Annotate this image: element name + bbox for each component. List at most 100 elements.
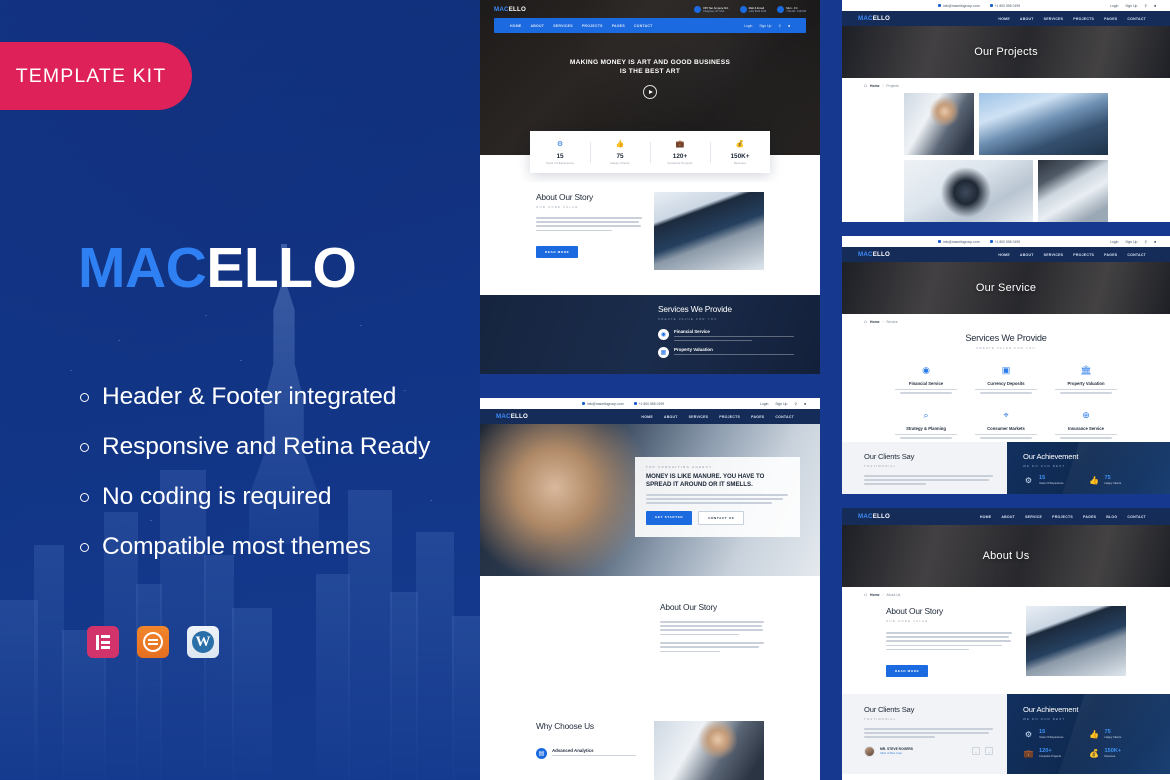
nav-item-pages[interactable]: PAGES [1104, 253, 1117, 257]
service-card[interactable]: ⌖ Consumer Markets [970, 409, 1042, 441]
topbar-signup[interactable]: Sign Up [1125, 4, 1137, 8]
site-logo[interactable]: MACELLO [858, 251, 890, 258]
contact-us-button[interactable]: CONTACT US [698, 510, 745, 525]
nav-item-about[interactable]: ABOUT [1020, 17, 1034, 21]
nav-item-pages[interactable]: PAGES [751, 415, 764, 419]
nav-item-contact[interactable]: CONTACT [1127, 515, 1146, 519]
cart-icon[interactable]: ■ [1154, 240, 1156, 244]
nav-item-contact[interactable]: CONTACT [775, 415, 794, 419]
topbar-phone[interactable]: +1 800 555 0199 [633, 402, 664, 406]
main-navigation[interactable]: HOME ABOUT SERVICES PROJECTS PAGES CONTA… [494, 18, 806, 33]
nav-item-projects[interactable]: PROJECTS [582, 24, 603, 28]
nav-item-about[interactable]: ABOUT [664, 415, 678, 419]
nav-item-about[interactable]: ABOUT [1001, 515, 1015, 519]
preview-home-v1[interactable]: MACELLO 155 Tan Ampere Rd. Chelgrove, NY… [480, 0, 820, 374]
home-icon: ☖ [864, 320, 868, 324]
nav-item-pages[interactable]: PAGES [612, 24, 625, 28]
site-logo[interactable]: MACELLO [858, 15, 890, 22]
service-card[interactable]: ⊕ Insurance Service [1050, 409, 1122, 441]
nav-item-blog[interactable]: BLOG [1106, 515, 1117, 519]
service-item[interactable]: ▦ Property Valuation [658, 346, 800, 358]
service-item[interactable]: ◉ Financial Service [658, 329, 800, 341]
login-link[interactable]: Login [744, 24, 752, 28]
preview-about-page[interactable]: MACELLO HOME ABOUT SERVICE PROJECTS PAGE… [842, 508, 1170, 780]
topbar-phone[interactable]: +1 800 555 0199 [989, 4, 1020, 8]
project-tile[interactable] [1038, 160, 1108, 222]
nav-item-services[interactable]: SERVICES [689, 415, 709, 419]
topbar-login[interactable]: Login [760, 402, 768, 406]
why-item[interactable]: ▤ Advanced Analytics [536, 748, 640, 759]
nav-item-about[interactable]: ABOUT [1020, 253, 1034, 257]
topbar-phone[interactable]: +1 800 555 0199 [989, 239, 1021, 244]
nav-item-services[interactable]: SERVICES [1044, 17, 1064, 21]
feature-label: Header & Footer integrated [102, 383, 397, 410]
topbar-email[interactable]: info@macellogroup.com [937, 240, 980, 244]
nav-item-home[interactable]: HOME [641, 415, 653, 419]
site-logo[interactable]: MACELLO [858, 513, 890, 520]
search-icon[interactable]: ⚲ [778, 24, 780, 28]
nav-item-service[interactable]: SERVICE [1025, 515, 1042, 519]
main-navigation[interactable]: MACELLO HOME ABOUT SERVICES PROJECTS PAG… [480, 409, 820, 424]
site-logo[interactable]: MACELLO [494, 6, 526, 13]
site-logo[interactable]: MACELLO [496, 413, 528, 420]
topbar-email[interactable]: info@macellogroup.com [937, 4, 980, 8]
arrow-left-icon[interactable]: ← [972, 747, 980, 756]
main-navigation[interactable]: MACELLO HOME ABOUT SERVICES PROJECTS PAG… [842, 11, 1170, 26]
nav-item-pages[interactable]: PAGES [1104, 17, 1117, 21]
topbar-signup[interactable]: Sign Up [1125, 240, 1137, 244]
arrow-right-icon[interactable]: → [985, 747, 993, 756]
nav-item-services[interactable]: SERVICES [553, 24, 573, 28]
nav-item-contact[interactable]: CONTACT [1127, 17, 1146, 21]
template-kit-icon [137, 626, 169, 658]
cart-icon[interactable]: ■ [1154, 4, 1156, 8]
nav-item-about[interactable]: ABOUT [531, 24, 545, 28]
template-kit-badge: TEMPLATE KIT [0, 42, 192, 110]
main-navigation[interactable]: MACELLO HOME ABOUT SERVICE PROJECTS PAGE… [842, 508, 1170, 525]
service-card[interactable]: ⌕ Strategy & Planning [890, 409, 962, 441]
topbar-email[interactable]: info@macellogroup.com [581, 402, 624, 406]
nav-item-projects[interactable]: PROJECTS [1073, 253, 1094, 257]
service-card[interactable]: ◉ Financial Service [890, 364, 962, 396]
search-icon[interactable]: ⚲ [1144, 240, 1146, 244]
signup-link[interactable]: Sign Up [759, 24, 771, 28]
search-icon[interactable]: ⚲ [794, 402, 796, 406]
nav-item-projects[interactable]: PROJECTS [719, 415, 740, 419]
nav-item-contact[interactable]: CONTACT [1127, 253, 1146, 257]
read-more-button[interactable]: READ MORE [536, 246, 579, 259]
nav-item-home[interactable]: HOME [998, 17, 1010, 21]
main-navigation[interactable]: MACELLO HOME ABOUT SERVICES PROJECTS PAG… [842, 247, 1170, 262]
nav-item-projects[interactable]: PROJECTS [1073, 17, 1094, 21]
nav-item-contact[interactable]: CONTACT [634, 24, 653, 28]
about-photo [654, 192, 764, 270]
logo-first: MAC [858, 251, 873, 258]
breadcrumb-home[interactable]: Home [870, 84, 879, 88]
topbar-phone-text: +1 800 555 0199 [994, 239, 1021, 244]
read-more-button[interactable]: READ MORE [886, 665, 929, 678]
nav-item-home[interactable]: HOME [510, 24, 522, 28]
cart-icon[interactable]: ■ [788, 24, 790, 28]
breadcrumb-home[interactable]: Home [870, 320, 879, 324]
play-icon[interactable] [582, 641, 600, 660]
nav-item-pages[interactable]: PAGES [1083, 515, 1096, 519]
service-card[interactable]: 🏛 Property Valuation [1050, 364, 1122, 396]
topbar-signup[interactable]: Sign Up [775, 402, 787, 406]
project-tile[interactable] [904, 160, 1034, 222]
preview-home-v2[interactable]: info@macellogroup.com +1 800 555 0199 Lo… [480, 398, 820, 780]
preview-service-page[interactable]: info@macellogroup.com +1 800 555 0199 Lo… [842, 236, 1170, 494]
preview-projects-page[interactable]: info@macellogroup.com +1 800 555 0199 Lo… [842, 0, 1170, 222]
avatar [864, 745, 875, 757]
topbar-login[interactable]: Login [1110, 4, 1118, 8]
service-card[interactable]: ▣ Currency Deposits [970, 364, 1042, 396]
search-icon[interactable]: ⚲ [1144, 4, 1146, 8]
nav-item-home[interactable]: HOME [998, 253, 1010, 257]
get-started-button[interactable]: GET STARTED [646, 510, 693, 525]
project-tile[interactable] [904, 93, 974, 155]
topbar-login[interactable]: Login [1110, 240, 1118, 244]
cart-icon[interactable]: ■ [804, 402, 806, 406]
play-icon[interactable] [643, 85, 657, 99]
nav-item-projects[interactable]: PROJECTS [1052, 515, 1073, 519]
project-tile[interactable] [978, 93, 1108, 155]
nav-item-services[interactable]: SERVICES [1044, 253, 1064, 257]
breadcrumb-home[interactable]: Home [870, 593, 879, 597]
nav-item-home[interactable]: HOME [980, 515, 992, 519]
